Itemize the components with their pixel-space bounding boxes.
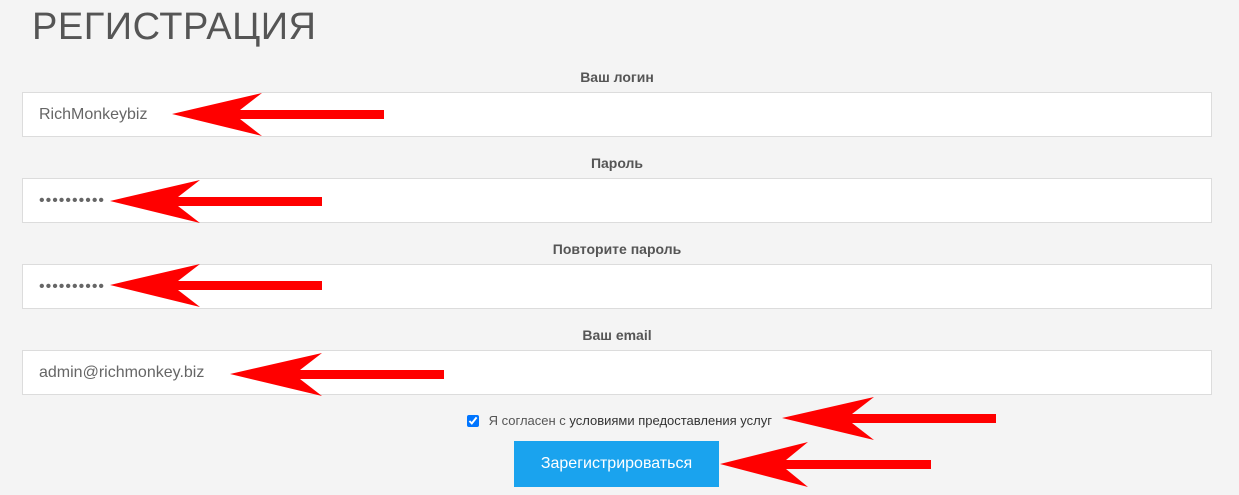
agree-row: Я согласен с условиями предоставления ус…: [0, 412, 1239, 428]
email-input[interactable]: [22, 350, 1212, 395]
arrow-submit: [720, 442, 931, 487]
password-input[interactable]: [22, 178, 1212, 223]
email-label: Ваш email: [582, 327, 652, 343]
password-repeat-input[interactable]: [22, 264, 1212, 309]
page-title: РЕГИСТРАЦИЯ: [32, 6, 317, 48]
password-repeat-label: Повторите пароль: [552, 241, 682, 257]
terms-link[interactable]: условиями предоставления услуг: [569, 413, 772, 428]
agree-checkbox[interactable]: [466, 414, 479, 427]
arrow-icon: [720, 442, 931, 487]
agree-text: Я согласен с: [488, 413, 570, 429]
password-label: Пароль: [590, 155, 644, 171]
login-input[interactable]: [22, 92, 1212, 137]
register-button[interactable]: Зарегистрироваться: [514, 441, 719, 487]
login-label: Ваш логин: [580, 69, 654, 85]
